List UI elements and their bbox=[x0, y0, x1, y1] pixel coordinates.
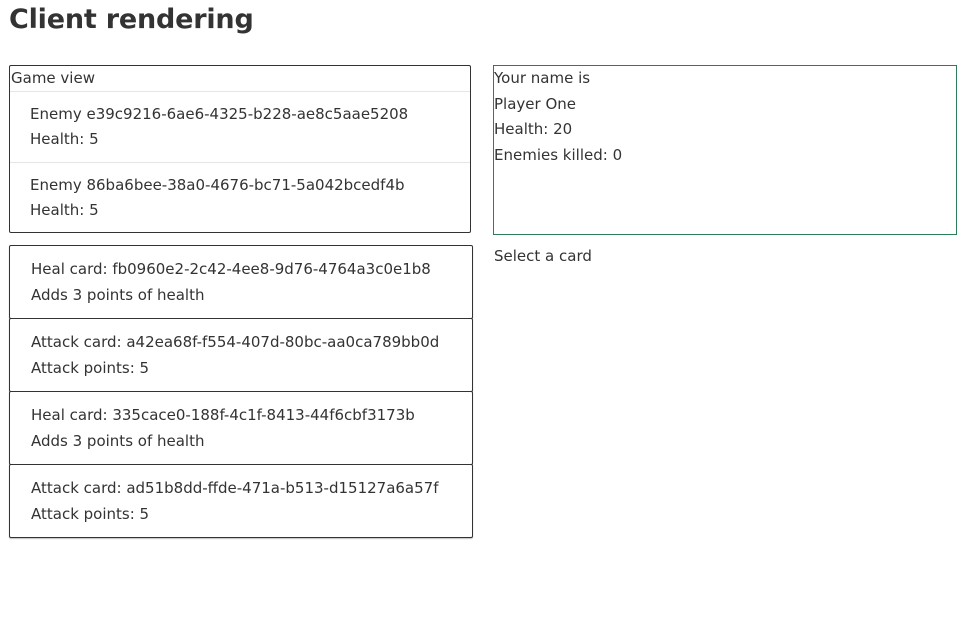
enemy-item: Enemy e39c9216-6ae6-4325-b228-ae8c5aae52… bbox=[10, 91, 470, 162]
card-detail: Attack points: 5 bbox=[31, 505, 150, 523]
enemy-health: Health: 5 bbox=[30, 130, 99, 148]
card-detail: Adds 3 points of health bbox=[31, 286, 205, 304]
player-name-label: Your name is bbox=[494, 69, 591, 87]
card-title: Attack card: ad51b8dd-ffde-471a-b513-d15… bbox=[31, 479, 439, 497]
heal-card[interactable]: Heal card: 335cace0-188f-4c1f-8413-44f6c… bbox=[9, 391, 473, 465]
enemy-health: Health: 5 bbox=[30, 201, 99, 219]
game-view-panel: Game view Enemy e39c9216-6ae6-4325-b228-… bbox=[9, 65, 471, 233]
player-health: Health: 20 bbox=[494, 120, 573, 138]
player-info-panel: Your name is Player One Health: 20 Enemi… bbox=[493, 65, 957, 235]
card-detail: Attack points: 5 bbox=[31, 359, 150, 377]
enemy-item: Enemy 86ba6bee-38a0-4676-bc71-5a042bcedf… bbox=[10, 162, 470, 233]
player-kills: Enemies killed: 0 bbox=[494, 146, 623, 164]
attack-card[interactable]: Attack card: ad51b8dd-ffde-471a-b513-d15… bbox=[9, 464, 473, 538]
page-title: Client rendering bbox=[9, 4, 254, 35]
heal-card[interactable]: Heal card: fb0960e2-2c42-4ee8-9d76-4764a… bbox=[9, 245, 473, 319]
select-card-prompt: Select a card bbox=[494, 247, 592, 265]
card-title: Attack card: a42ea68f-f554-407d-80bc-aa0… bbox=[31, 333, 440, 351]
player-name: Player One bbox=[494, 95, 576, 113]
enemy-title: Enemy e39c9216-6ae6-4325-b228-ae8c5aae52… bbox=[30, 105, 409, 123]
card-title: Heal card: 335cace0-188f-4c1f-8413-44f6c… bbox=[31, 406, 415, 424]
game-view-label: Game view bbox=[11, 69, 95, 87]
enemy-title: Enemy 86ba6bee-38a0-4676-bc71-5a042bcedf… bbox=[30, 176, 405, 194]
card-title: Heal card: fb0960e2-2c42-4ee8-9d76-4764a… bbox=[31, 260, 431, 278]
card-detail: Adds 3 points of health bbox=[31, 432, 205, 450]
page: Client rendering Game view Enemy e39c921… bbox=[0, 0, 964, 624]
attack-card[interactable]: Attack card: a42ea68f-f554-407d-80bc-aa0… bbox=[9, 318, 473, 392]
